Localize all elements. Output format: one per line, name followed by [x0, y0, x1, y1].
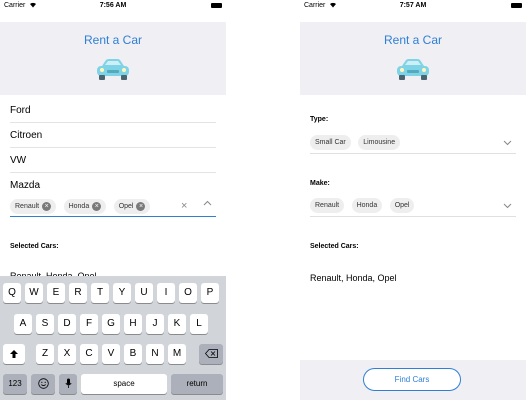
key-d[interactable]: D [58, 314, 76, 334]
key-k[interactable]: K [168, 314, 186, 334]
app-header: Rent a Car [300, 22, 526, 95]
key-j[interactable]: J [146, 314, 164, 334]
chip-honda: Honda [351, 198, 383, 214]
dropdown-item-ford[interactable]: Ford [10, 98, 216, 123]
key-h[interactable]: H [124, 314, 142, 334]
key-n[interactable]: N [146, 344, 164, 364]
battery-icon [211, 3, 222, 8]
make-label: Make: [310, 180, 330, 187]
chip-remove-icon[interactable]: × [136, 202, 146, 212]
left-screen: Carrier 7:56 AM Rent a Car Ford Citroen … [0, 0, 226, 400]
find-cars-button[interactable]: Find Cars [363, 368, 461, 391]
page-title: Rent a Car [83, 33, 143, 47]
key-f[interactable]: F [80, 314, 98, 334]
app-header: Rent a Car [0, 22, 226, 95]
backspace-key[interactable] [199, 344, 223, 364]
shift-icon [10, 350, 18, 358]
key-s[interactable]: S [36, 314, 54, 334]
selected-cars-label: Selected Cars: [310, 243, 359, 250]
key-l[interactable]: L [190, 314, 208, 334]
shift-key[interactable] [3, 344, 25, 364]
microphone-icon [64, 378, 72, 388]
backspace-icon [204, 349, 218, 358]
type-underline [310, 153, 516, 154]
dropdown-item-citroen[interactable]: Citroen [10, 123, 216, 148]
status-time: 7:56 AM [99, 2, 127, 9]
key-b[interactable]: B [124, 344, 142, 364]
chip-remove-icon[interactable]: × [42, 202, 52, 212]
chevron-down-icon[interactable] [503, 138, 512, 149]
keyboard: Q W E R T Y U I O P A S D F G H J K L Z … [0, 276, 226, 400]
key-t[interactable]: T [91, 283, 109, 303]
chip-limousine: Limousine [358, 135, 401, 151]
emoji-key[interactable] [31, 374, 55, 394]
microphone-key[interactable] [59, 374, 77, 394]
clear-icon[interactable]: × [181, 200, 187, 212]
key-m[interactable]: M [168, 344, 186, 364]
numbers-key[interactable]: 123 [3, 374, 27, 394]
type-select[interactable]: Small Car Limousine [310, 134, 516, 152]
key-o[interactable]: O [179, 283, 197, 303]
key-r[interactable]: R [69, 283, 87, 303]
key-e[interactable]: E [47, 283, 65, 303]
chevron-up-icon[interactable] [203, 199, 212, 210]
key-p[interactable]: P [201, 283, 219, 303]
return-key[interactable]: return [171, 374, 223, 394]
chip-opel: Opel × [113, 199, 151, 215]
key-u[interactable]: U [135, 283, 153, 303]
car-icon [95, 57, 131, 86]
selected-cars-value: Renault, Honda, Opel [310, 273, 397, 283]
selected-cars-label: Selected Cars: [10, 243, 59, 250]
key-c[interactable]: C [80, 344, 98, 364]
type-label: Type: [310, 116, 329, 123]
chip-opel: Opel [389, 198, 415, 214]
chip-renault: Renault [310, 198, 345, 214]
emoji-icon [37, 378, 49, 389]
dropdown-item-vw[interactable]: VW [10, 148, 216, 173]
right-screen: Carrier 7:57 AM Rent a Car Type: Small C… [300, 0, 526, 400]
key-a[interactable]: A [14, 314, 32, 334]
chip-honda: Honda × [63, 199, 107, 215]
key-z[interactable]: Z [36, 344, 54, 364]
make-underline [310, 216, 516, 217]
chevron-down-icon[interactable] [503, 201, 512, 212]
status-time: 7:57 AM [399, 2, 427, 9]
key-v[interactable]: V [102, 344, 120, 364]
dropdown-item-mazda[interactable]: Mazda [10, 173, 216, 198]
car-icon [395, 57, 431, 86]
key-x[interactable]: X [58, 344, 76, 364]
input-underline [10, 216, 216, 217]
space-key[interactable]: space [81, 374, 167, 394]
key-y[interactable]: Y [113, 283, 131, 303]
chip-renault: Renault × [10, 199, 57, 215]
battery-icon [511, 3, 522, 8]
page-title: Rent a Car [383, 33, 443, 47]
chip-remove-icon[interactable]: × [92, 202, 102, 212]
status-bar: Carrier 7:57 AM [300, 0, 526, 12]
status-bar: Carrier 7:56 AM [0, 0, 226, 12]
make-select[interactable]: Renault Honda Opel [310, 197, 516, 215]
chip-small-car: Small Car [310, 135, 351, 151]
footer-bar: Find Cars [300, 360, 526, 400]
key-g[interactable]: G [102, 314, 120, 334]
key-i[interactable]: I [157, 283, 175, 303]
key-q[interactable]: Q [3, 283, 21, 303]
key-w[interactable]: W [25, 283, 43, 303]
